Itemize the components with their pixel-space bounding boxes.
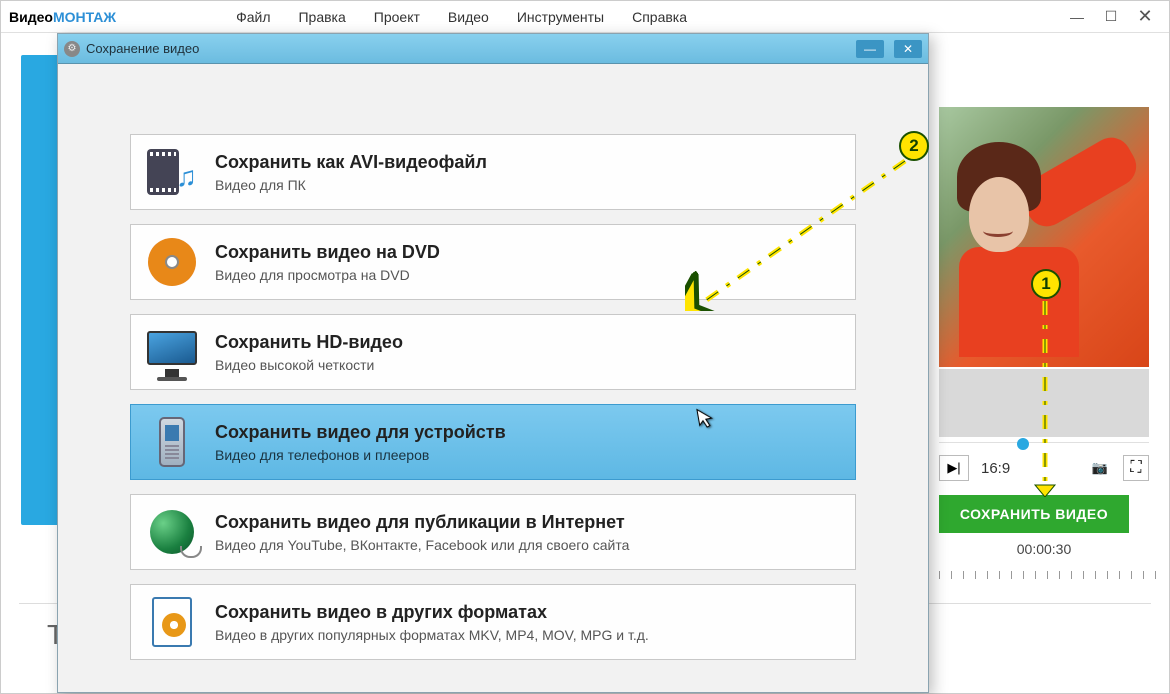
video-preview[interactable] [939,107,1149,367]
dialog-body: ♫ Сохранить как AVI-видеофайл Видео для … [58,64,928,660]
save-video-button[interactable]: СОХРАНИТЬ ВИДЕО [939,495,1129,533]
dialog-title: Сохранение видео [86,41,199,56]
annotation-marker-2: 2 [899,131,929,161]
next-button[interactable]: ▶| [939,455,969,481]
aspect-ratio-label[interactable]: 16:9 [977,460,1014,477]
app-maximize-button[interactable]: ☐ [1095,6,1127,28]
app-minimize-button[interactable]: — [1061,6,1093,28]
app-close-button[interactable]: ✕ [1129,6,1161,28]
option-title: Сохранить HD-видео [215,332,403,353]
logo-text-2: МОНТАЖ [53,9,116,25]
option-save-internet[interactable]: Сохранить видео для публикации в Интерне… [130,494,856,570]
left-toolbar[interactable] [21,55,61,525]
dialog-title-bar[interactable]: ⚙ Сохранение видео — ✕ [58,34,928,64]
menu-project[interactable]: Проект [374,9,420,25]
app-title-bar: ВидеоМОНТАЖ Файл Правка Проект Видео Инс… [1,1,1169,33]
phone-icon [145,415,199,469]
seek-bar[interactable] [939,437,1149,443]
dialog-close-button[interactable]: ✕ [894,40,922,58]
globe-icon [145,505,199,559]
dvd-disc-icon [145,235,199,289]
option-save-other[interactable]: Сохранить видео в других форматах Видео … [130,584,856,660]
fullscreen-button[interactable]: ⛶ [1123,455,1149,481]
option-desc: Видео для ПК [215,177,487,193]
menu-tools[interactable]: Инструменты [517,9,604,25]
app-window: ВидеоМОНТАЖ Файл Правка Проект Видео Инс… [0,0,1170,694]
option-title: Сохранить видео на DVD [215,242,440,263]
option-desc: Видео для YouTube, ВКонтакте, Facebook и… [215,537,629,553]
annotation-marker-1: 1 [1031,269,1061,299]
preview-panel: ▶| 16:9 📷 ⛶ СОХРАНИТЬ ВИДЕО 00:00:30 [939,107,1149,579]
logo-text-1: Видео [9,9,53,25]
monitor-icon [145,325,199,379]
option-desc: Видео высокой четкости [215,357,403,373]
option-title: Сохранить видео для публикации в Интерне… [215,512,629,533]
file-reel-icon [145,595,199,649]
menu-help[interactable]: Справка [632,9,687,25]
option-title: Сохранить видео для устройств [215,422,506,443]
snapshot-button[interactable]: 📷 [1085,455,1115,481]
preview-frame [939,107,1149,367]
timecode-label: 00:00:30 [939,541,1149,557]
app-window-controls: — ☐ ✕ [1061,6,1161,28]
menu-file[interactable]: Файл [236,9,270,25]
timeline-ruler[interactable] [939,561,1159,579]
option-save-devices[interactable]: Сохранить видео для устройств Видео для … [130,404,856,480]
option-title: Сохранить видео в других форматах [215,602,649,623]
film-note-icon: ♫ [145,145,199,199]
option-title: Сохранить как AVI-видеофайл [215,152,487,173]
dialog-minimize-button[interactable]: — [856,40,884,58]
option-desc: Видео для просмотра на DVD [215,267,440,283]
menu-video[interactable]: Видео [448,9,489,25]
dialog-window-controls: — ✕ [856,40,922,58]
save-dialog: ⚙ Сохранение видео — ✕ ♫ Сохранить как A… [57,33,929,693]
option-save-avi[interactable]: ♫ Сохранить как AVI-видеофайл Видео для … [130,134,856,210]
option-desc: Видео для телефонов и плееров [215,447,506,463]
app-menu: Файл Правка Проект Видео Инструменты Спр… [236,9,687,25]
app-logo: ВидеоМОНТАЖ [9,9,116,25]
option-save-dvd[interactable]: Сохранить видео на DVD Видео для просмот… [130,224,856,300]
option-save-hd[interactable]: Сохранить HD-видео Видео высокой четкост… [130,314,856,390]
seek-handle[interactable] [1017,438,1029,450]
player-controls: ▶| 16:9 📷 ⛶ [939,449,1149,487]
preview-padding [939,367,1149,437]
dialog-icon: ⚙ [64,41,80,57]
menu-edit[interactable]: Правка [298,9,345,25]
option-desc: Видео в других популярных форматах MKV, … [215,627,649,643]
